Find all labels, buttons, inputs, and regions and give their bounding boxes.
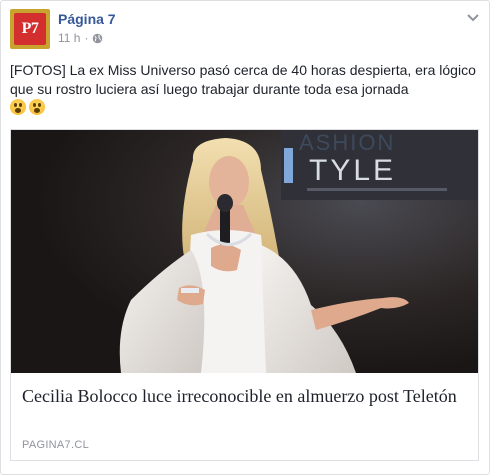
avatar-badge: P7 [14,13,46,45]
chevron-down-icon[interactable] [466,13,480,23]
post-message: [FOTOS] La ex Miss Universo pasó cerca d… [10,62,476,97]
post-emojis [10,99,45,115]
post-meta: 11 h · [58,31,103,45]
svg-text:ASHION: ASHION [299,130,395,155]
page-name-link[interactable]: Página 7 [58,11,116,27]
link-title[interactable]: Cecilia Bolocco luce irreconocible en al… [22,385,462,407]
post-card: P7 Página 7 11 h · [FOTOS] La ex Miss Un… [0,0,490,475]
meta-separator: · [84,31,89,45]
globe-icon [93,33,103,43]
post-timestamp[interactable]: 11 h [58,31,80,45]
woman-with-microphone-photo: ASHION TYLE [11,130,478,373]
wow-emoji-icon [10,99,26,115]
link-domain: PAGINA7.CL [22,439,89,451]
post-header: P7 Página 7 11 h · [10,9,480,51]
avatar-text: P7 [21,20,39,37]
svg-text:TYLE: TYLE [309,154,396,187]
link-preview[interactable]: ASHION TYLE Cecilia Bolocco luce irrecon… [10,129,479,461]
wow-emoji-icon [29,99,45,115]
page-avatar[interactable]: P7 [10,9,50,49]
link-preview-image[interactable]: ASHION TYLE [11,130,478,373]
